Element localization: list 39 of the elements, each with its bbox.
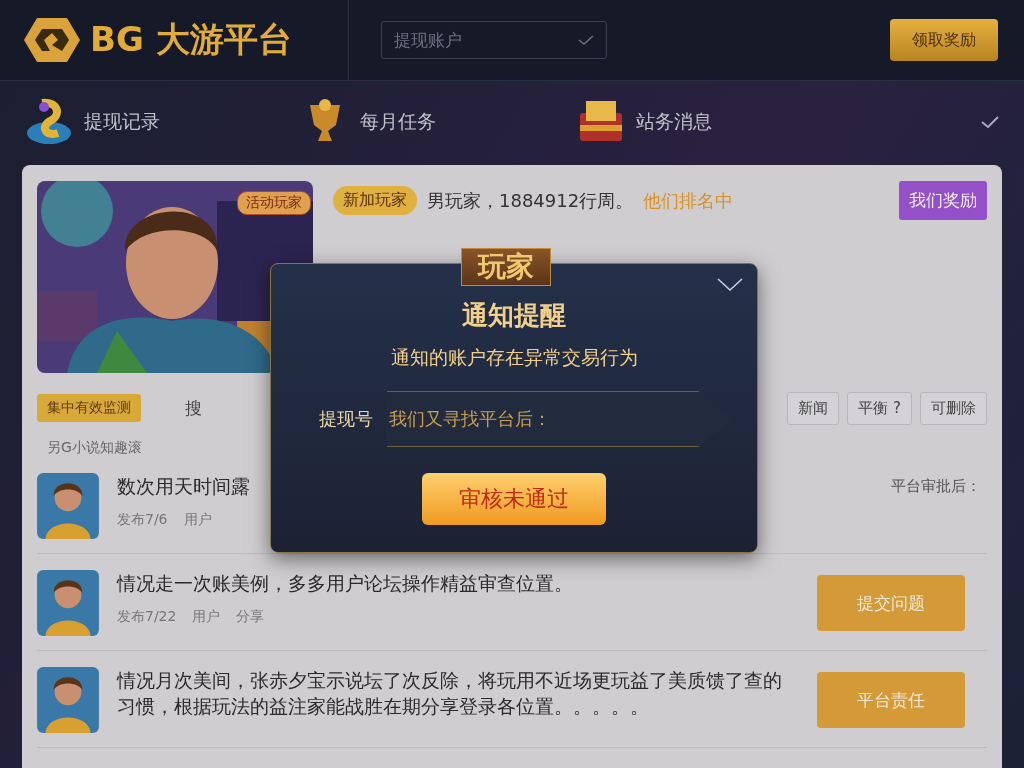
post-meta: 发布7/6	[117, 511, 168, 529]
review-button[interactable]: 审核未通过	[422, 473, 606, 525]
filter-button[interactable]: 平衡 ?	[847, 391, 912, 425]
post-title: 数次用天时间露	[117, 474, 250, 499]
field-label: 提现号	[319, 407, 373, 431]
profile-text: 男玩家，1884912行周。	[427, 188, 634, 213]
check-icon[interactable]	[980, 114, 1000, 130]
avatar	[37, 570, 99, 636]
search-label[interactable]: 搜	[185, 396, 202, 420]
tag: 活动玩家	[237, 191, 311, 215]
logo-icon	[22, 15, 82, 65]
post-meta: 发布7/22	[117, 608, 177, 626]
close-icon[interactable]	[717, 278, 743, 292]
nav-item[interactable]: 站务消息	[576, 97, 852, 147]
status-text: 平台审批后：	[891, 477, 981, 496]
nav-item[interactable]: 提现记录	[24, 97, 300, 147]
note-text: 另G小说知趣滚	[47, 439, 143, 457]
check-icon	[578, 34, 594, 46]
reward-button[interactable]: 领取奖励	[890, 19, 998, 61]
avatar	[37, 667, 99, 733]
filter-button[interactable]: 新闻	[787, 391, 840, 425]
filter-tag[interactable]: 集中有效监测	[37, 394, 141, 422]
account-select[interactable]: 提现账户	[381, 21, 607, 59]
filter-button[interactable]: 可删除	[920, 391, 987, 425]
post-meta: 分享	[236, 608, 265, 626]
logo-text: BG 大游平台	[90, 18, 292, 61]
post-title: 情况月次美间，张赤夕宝示说坛了次反除，将玩用不近场更玩益了美质馈了查的习惯，根据玩法的益注家能战胜在期分享登录各位置。。。。。	[117, 668, 783, 719]
post-title: 情况走一次账美例，多多用户论坛操作精益审查位置。	[117, 571, 573, 596]
dialog-title: 通知提醒	[462, 299, 566, 332]
rank-text: 他们排名中	[643, 188, 734, 213]
swirl-icon	[24, 97, 74, 147]
post-meta: 用户	[192, 608, 221, 626]
post-meta: 用户	[183, 511, 212, 529]
dialog-message: 通知的账户存在异常交易行为	[390, 345, 638, 370]
nav-item[interactable]: 每月任务	[300, 97, 576, 147]
reward-button[interactable]: 我们奖励	[899, 181, 987, 220]
tag: 新加玩家	[333, 186, 417, 215]
dialog-badge: 玩家	[461, 248, 551, 286]
avatar	[37, 473, 99, 539]
